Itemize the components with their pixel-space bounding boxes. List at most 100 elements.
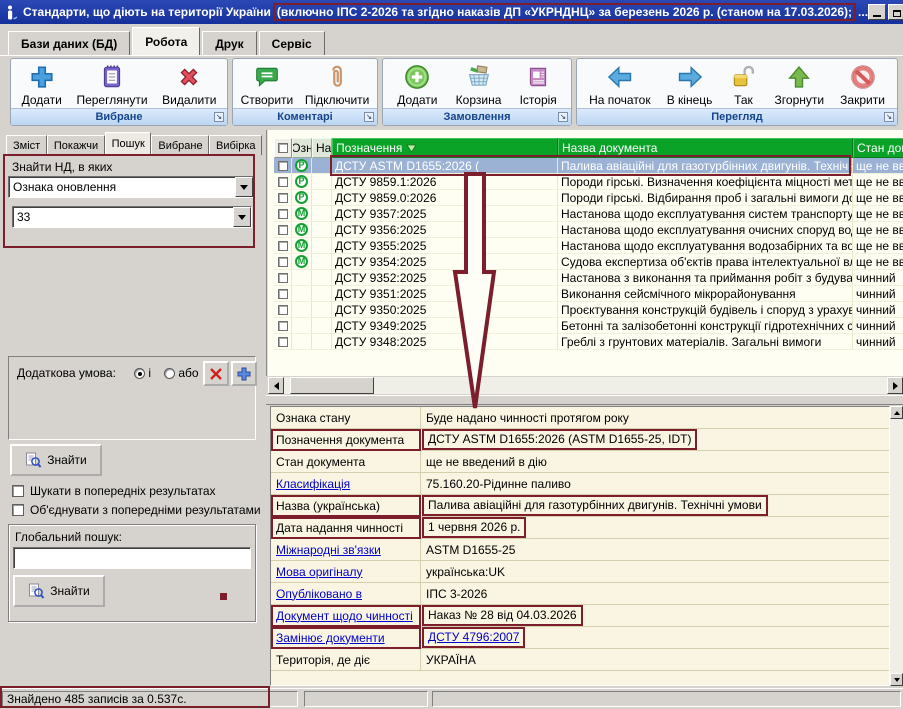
tab-Друк[interactable]: Друк bbox=[202, 31, 256, 55]
row-name-cell[interactable]: Виконання сейсмічного мікрорайонування bbox=[558, 286, 853, 301]
toolbar-button-Видалити[interactable]: Видалити bbox=[158, 61, 220, 108]
left-tab-Вибірка[interactable]: Вибірка bbox=[209, 135, 262, 155]
row-name-cell[interactable]: Греблі з грунтових матеріалів. Загальні … bbox=[558, 334, 853, 349]
row-checkbox-cell[interactable] bbox=[274, 318, 292, 333]
checkbox-icon[interactable] bbox=[278, 225, 288, 235]
table-row[interactable]: МДСТУ 9356:2025Настанова щодо експлуатув… bbox=[274, 222, 903, 238]
row-checkbox-cell[interactable] bbox=[274, 270, 292, 285]
row-designation-cell[interactable]: ДСТУ 9357:2025 bbox=[332, 206, 558, 221]
group-launcher-icon[interactable]: ↘ bbox=[884, 112, 894, 122]
maximize-button[interactable] bbox=[888, 4, 903, 20]
toolbar-button-Історія[interactable]: Історія bbox=[516, 61, 561, 108]
row-checkbox-cell[interactable] bbox=[274, 174, 292, 189]
row-designation-cell[interactable]: ДСТУ ASTM D1655:2026 ( bbox=[332, 158, 558, 173]
detail-label-text[interactable]: Класифікація bbox=[276, 477, 350, 491]
table-row[interactable]: РДСТУ 9859.0:2026Породи гірські. Відбира… bbox=[274, 190, 903, 206]
toolbar-button-Переглянути[interactable]: Переглянути bbox=[72, 61, 151, 108]
header-name[interactable]: Назва документа bbox=[558, 138, 853, 158]
detail-label[interactable]: Мова оригіналу bbox=[271, 561, 421, 583]
row-designation-cell[interactable]: ДСТУ 9349:2025 bbox=[332, 318, 558, 333]
toolbar-button-На початок[interactable]: На початок bbox=[585, 61, 655, 108]
table-row[interactable]: РДСТУ 9859.1:2026Породи гірські. Визначе… bbox=[274, 174, 903, 190]
left-tab-Пошук[interactable]: Пошук bbox=[105, 132, 152, 155]
toolbar-button-Так[interactable]: Так bbox=[724, 61, 762, 108]
row-name-cell[interactable]: Проєктування конструкцій будівель і спор… bbox=[558, 302, 853, 317]
chevron-down-icon[interactable] bbox=[235, 177, 253, 197]
row-name-cell[interactable]: Судова експертиза об'єктів права інтелек… bbox=[558, 254, 853, 269]
row-name-cell[interactable]: Бетонні та залізобетонні конструкції гід… bbox=[558, 318, 853, 333]
row-checkbox-cell[interactable] bbox=[274, 302, 292, 317]
row-checkbox-cell[interactable] bbox=[274, 286, 292, 301]
toolbar-button-Закрити[interactable]: Закрити bbox=[836, 61, 889, 108]
checkbox-icon[interactable] bbox=[278, 193, 288, 203]
header-mark[interactable]: Озн bbox=[292, 138, 312, 158]
row-designation-cell[interactable]: ДСТУ 9352:2025 bbox=[332, 270, 558, 285]
table-horizontal-scrollbar[interactable] bbox=[268, 377, 903, 394]
scroll-up-icon[interactable] bbox=[890, 406, 903, 419]
table-row[interactable]: ДСТУ 9351:2025Виконання сейсмічного мікр… bbox=[274, 286, 903, 302]
radio-and-circle[interactable] bbox=[134, 368, 145, 379]
group-launcher-icon[interactable]: ↘ bbox=[364, 112, 374, 122]
row-designation-cell[interactable]: ДСТУ 9351:2025 bbox=[332, 286, 558, 301]
row-designation-cell[interactable]: ДСТУ 9859.0:2026 bbox=[332, 190, 558, 205]
checkbox-icon[interactable] bbox=[278, 337, 288, 347]
row-name-cell[interactable]: Породи гірські. Відбирання проб і загаль… bbox=[558, 190, 853, 205]
toolbar-button-Згорнути[interactable]: Згорнути bbox=[771, 61, 829, 108]
checkbox-icon[interactable] bbox=[278, 241, 288, 251]
checkbox-search-previous[interactable]: Шукати в попередніх результатах bbox=[12, 484, 264, 498]
row-name-cell[interactable]: Настанова з виконання та приймання робіт… bbox=[558, 270, 853, 285]
header-designation[interactable]: Позначення bbox=[332, 138, 558, 158]
row-checkbox-cell[interactable] bbox=[274, 158, 292, 173]
row-checkbox-cell[interactable] bbox=[274, 190, 292, 205]
table-row[interactable]: МДСТУ 9357:2025Настанова щодо експлуатув… bbox=[274, 206, 903, 222]
detail-label[interactable]: Документ щодо чинності bbox=[271, 605, 421, 627]
checkbox-icon[interactable] bbox=[278, 321, 288, 331]
row-checkbox-cell[interactable] bbox=[274, 222, 292, 237]
toolbar-button-Підключити[interactable]: Підключити bbox=[301, 61, 374, 108]
global-search-input[interactable] bbox=[13, 547, 251, 569]
row-checkbox-cell[interactable] bbox=[274, 334, 292, 349]
row-name-cell[interactable]: Палива авіаційні для газотурбінних двигу… bbox=[558, 158, 853, 173]
table-row[interactable]: МДСТУ 9355:2025Настанова щодо експлуатув… bbox=[274, 238, 903, 254]
checkbox-icon[interactable] bbox=[278, 257, 288, 267]
scrollbar-thumb[interactable] bbox=[290, 377, 374, 394]
toolbar-button-Створити[interactable]: Створити bbox=[237, 61, 298, 108]
radio-or[interactable]: або bbox=[164, 366, 199, 380]
table-row[interactable]: МДСТУ 9354:2025Судова експертиза об'єкті… bbox=[274, 254, 903, 270]
header-availability[interactable]: Ная bbox=[312, 138, 332, 158]
radio-and[interactable]: і bbox=[134, 366, 151, 380]
table-row[interactable]: ДСТУ 9348:2025Греблі з грунтових матеріа… bbox=[274, 334, 903, 350]
row-designation-cell[interactable]: ДСТУ 9354:2025 bbox=[332, 254, 558, 269]
checkbox-merge-previous[interactable]: Об'єднувати з попередніми результатами bbox=[12, 503, 264, 517]
checkbox-icon[interactable] bbox=[278, 305, 288, 315]
toolbar-button-Додати[interactable]: Додати bbox=[18, 61, 66, 108]
scroll-left-icon[interactable] bbox=[268, 377, 284, 394]
tab-Бази даних (БД)[interactable]: Бази даних (БД) bbox=[8, 31, 130, 55]
left-tab-Покажчи[interactable]: Покажчи bbox=[47, 135, 105, 155]
scroll-right-icon[interactable] bbox=[887, 377, 903, 394]
header-checkbox-cell[interactable] bbox=[274, 138, 292, 158]
checkbox-icon[interactable] bbox=[278, 177, 288, 187]
detail-label-text[interactable]: Мова оригіналу bbox=[276, 565, 362, 579]
checkbox-icon[interactable] bbox=[12, 504, 24, 516]
row-designation-cell[interactable]: ДСТУ 9350:2025 bbox=[332, 302, 558, 317]
toolbar-button-Корзина[interactable]: Корзина bbox=[452, 61, 506, 108]
detail-label-text[interactable]: Документ щодо чинності bbox=[276, 609, 413, 623]
table-row[interactable]: ДСТУ 9349:2025Бетонні та залізобетонні к… bbox=[274, 318, 903, 334]
left-tab-Зміст[interactable]: Зміст bbox=[6, 135, 47, 155]
table-row[interactable]: ДСТУ 9350:2025Проєктування конструкцій б… bbox=[274, 302, 903, 318]
radio-or-circle[interactable] bbox=[164, 368, 175, 379]
tab-Робота[interactable]: Робота bbox=[132, 27, 200, 55]
header-state[interactable]: Стан док bbox=[853, 138, 903, 158]
row-checkbox-cell[interactable] bbox=[274, 254, 292, 269]
search-field-dropdown[interactable]: Ознака оновлення bbox=[8, 176, 254, 198]
checkbox-icon[interactable] bbox=[12, 485, 24, 497]
checkbox-icon[interactable] bbox=[278, 143, 288, 153]
row-checkbox-cell[interactable] bbox=[274, 206, 292, 221]
left-tab-Вибране[interactable]: Вибране bbox=[151, 135, 209, 155]
table-row[interactable]: ДСТУ 9352:2025Настанова з виконання та п… bbox=[274, 270, 903, 286]
global-find-button[interactable]: Знайти bbox=[13, 575, 105, 607]
row-name-cell[interactable]: Породи гірські. Визначення коефіцієнта м… bbox=[558, 174, 853, 189]
detail-label[interactable]: Замінює документи bbox=[271, 627, 421, 649]
add-condition-button[interactable] bbox=[231, 361, 257, 386]
